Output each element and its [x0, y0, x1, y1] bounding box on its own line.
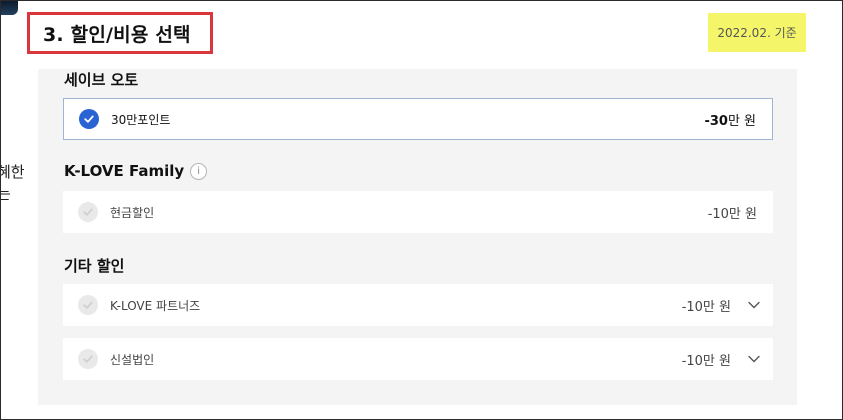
cutoff-text-line1: 혜한	[1, 163, 25, 181]
chevron-down-icon[interactable]	[747, 298, 761, 312]
option-amount: -10만 원	[681, 299, 731, 315]
option-label: K-LOVE 파트너즈	[110, 298, 201, 313]
check-circle-icon[interactable]	[79, 109, 99, 129]
section-title: 3. 할인/비용 선택	[43, 23, 191, 46]
option-amount: -30만 원	[704, 110, 756, 129]
amount-unit: 만 원	[727, 113, 756, 129]
group-title-save-auto: 세이브 오토	[64, 71, 139, 89]
group-title-text: K-LOVE Family	[64, 162, 185, 180]
check-circle-icon[interactable]	[78, 295, 98, 315]
corner-thumbnail	[1, 1, 18, 15]
option-amount: -10만 원	[707, 206, 757, 222]
info-icon[interactable]: i	[190, 162, 208, 180]
amount-number: -30	[704, 113, 728, 129]
group-title-other-discount: 기타 할인	[64, 257, 125, 275]
screenshot-frame: 혜한 는 3. 할인/비용 선택 2022.02. 기준 세이브 오토 30만포…	[0, 0, 843, 420]
option-label: 현금할인	[110, 205, 155, 220]
section-title-box: 3. 할인/비용 선택	[27, 12, 213, 54]
cutoff-text-line2: 는	[1, 183, 11, 204]
option-cash-discount[interactable]: 현금할인 -10만 원	[63, 191, 773, 233]
option-amount: -10만 원	[681, 353, 731, 369]
check-circle-icon[interactable]	[78, 349, 98, 369]
option-k-love-partners[interactable]: K-LOVE 파트너즈 -10만 원	[63, 284, 773, 326]
chevron-down-icon[interactable]	[747, 352, 761, 366]
option-30man-point[interactable]: 30만포인트 -30만 원	[63, 98, 773, 140]
date-note-badge: 2022.02. 기준	[708, 13, 806, 52]
option-label: 30만포인트	[111, 112, 171, 127]
check-circle-icon[interactable]	[78, 202, 98, 222]
option-new-corporation[interactable]: 신설법인 -10만 원	[63, 338, 773, 380]
group-title-k-love-family: K-LOVE Family i	[64, 162, 208, 180]
option-label: 신설법인	[110, 352, 155, 367]
